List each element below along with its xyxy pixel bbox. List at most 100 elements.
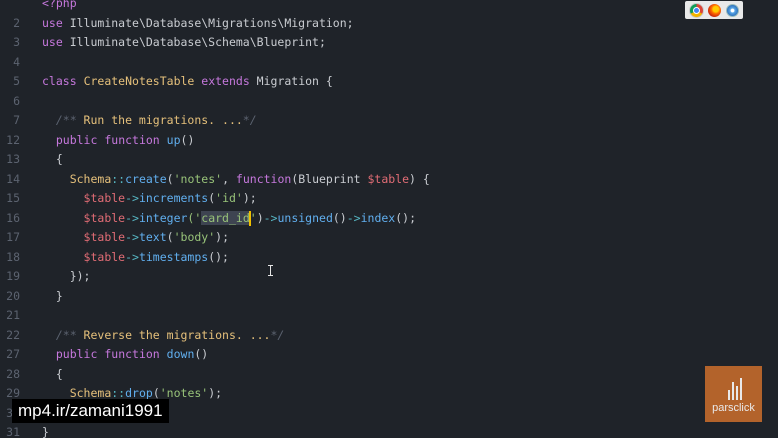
code-token: Schema bbox=[69, 171, 112, 186]
code-token: 'notes' bbox=[173, 171, 223, 186]
code-token: 'id' bbox=[215, 191, 243, 205]
line-number: 7 bbox=[13, 113, 20, 127]
code-line[interactable]: 21 bbox=[0, 306, 778, 326]
code-token: (' bbox=[187, 210, 202, 225]
code-token: ); bbox=[208, 386, 223, 400]
code-line[interactable]: 28 { bbox=[0, 365, 778, 385]
code-line[interactable]: 22 /** Reverse the migrations. ...*/ bbox=[0, 326, 778, 346]
code-token: } bbox=[42, 425, 49, 438]
text-cursor-icon bbox=[268, 265, 273, 276]
line-code: $table->increments('id'); bbox=[42, 189, 257, 209]
code-token: $table bbox=[83, 230, 126, 244]
code-token: 'notes' bbox=[159, 386, 209, 400]
code-token: $table bbox=[367, 171, 410, 186]
code-token: ); bbox=[215, 230, 229, 244]
code-token: use bbox=[42, 15, 63, 30]
code-token: Illuminate\Database\Migrations\Migration… bbox=[62, 15, 354, 30]
code-line[interactable]: 16 $table->integer('card_id')->unsigned(… bbox=[0, 209, 778, 229]
code-line[interactable]: 7 /** Run the migrations. ...*/ bbox=[0, 111, 778, 131]
line-number: 27 bbox=[6, 347, 20, 361]
code-token: Illuminate\Database\Schema\Blueprint; bbox=[62, 35, 326, 49]
code-token: -> bbox=[125, 249, 139, 264]
code-token: Run the migrations. ... bbox=[83, 113, 243, 127]
code-line[interactable]: 4 bbox=[0, 53, 778, 73]
code-token: }); bbox=[42, 269, 91, 283]
line-code: use Illuminate\Database\Migrations\Migra… bbox=[42, 14, 354, 34]
code-token: $table bbox=[83, 191, 126, 205]
code-token: integer bbox=[138, 210, 188, 225]
code-editor[interactable]: <?php 2 use Illuminate\Database\Migrations… bbox=[0, 0, 778, 438]
line-number: 31 bbox=[6, 425, 20, 438]
line-code: } bbox=[42, 287, 63, 307]
code-token: { bbox=[42, 152, 63, 166]
line-number: 28 bbox=[6, 366, 20, 381]
code-line[interactable]: 19 }); bbox=[0, 267, 778, 287]
code-line[interactable]: 12 public function up() bbox=[0, 131, 778, 151]
code-line[interactable]: <?php bbox=[0, 0, 778, 14]
code-token: -> bbox=[263, 210, 278, 225]
code-token: CreateNotesTable bbox=[83, 74, 195, 88]
code-token: text bbox=[138, 230, 167, 244]
code-token: -> bbox=[125, 230, 139, 244]
code-token: -> bbox=[346, 210, 361, 225]
line-number: 16 bbox=[6, 210, 20, 225]
line-number: 22 bbox=[6, 327, 20, 342]
code-line[interactable]: 15 $table->increments('id'); bbox=[0, 189, 778, 209]
line-code: <?php bbox=[42, 0, 77, 14]
safari-icon[interactable] bbox=[725, 3, 739, 17]
chrome-icon[interactable] bbox=[689, 2, 705, 18]
code-token: -> bbox=[125, 191, 139, 205]
code-line[interactable]: 18 $table->timestamps(); bbox=[0, 248, 778, 268]
code-line[interactable]: 2 use Illuminate\Database\Migrations\Migr… bbox=[0, 14, 778, 34]
code-token: ( bbox=[166, 230, 174, 244]
code-line[interactable]: 31} bbox=[0, 423, 778, 438]
line-number: 18 bbox=[6, 249, 20, 264]
code-token: ( bbox=[166, 171, 174, 186]
logo-text: parsclick bbox=[712, 402, 755, 414]
line-number: 19 bbox=[6, 269, 20, 283]
code-line[interactable]: 3 use Illuminate\Database\Schema\Blueprin… bbox=[0, 33, 778, 53]
code-token: ) bbox=[256, 210, 264, 225]
code-token: ); bbox=[242, 191, 257, 205]
code-token: (Blueprint bbox=[291, 171, 368, 186]
code-token: public bbox=[55, 347, 98, 361]
code-token: (); bbox=[208, 249, 229, 264]
code-token: class bbox=[42, 74, 77, 88]
parsclick-logo: parsclick bbox=[705, 366, 762, 422]
code-token: :: bbox=[111, 171, 126, 186]
line-number: 3 bbox=[13, 35, 20, 49]
logo-bars-icon bbox=[728, 378, 742, 400]
code-token: card_id bbox=[201, 210, 250, 225]
code-token: -> bbox=[125, 210, 139, 225]
line-code: { bbox=[42, 365, 63, 385]
code-line[interactable]: 5 class CreateNotesTable extends Migratio… bbox=[0, 72, 778, 92]
code-line[interactable]: 6 bbox=[0, 92, 778, 112]
line-number: 4 bbox=[13, 54, 20, 69]
code-token: ' bbox=[249, 210, 257, 225]
code-token: Schema bbox=[69, 386, 112, 400]
firefox-icon[interactable] bbox=[708, 3, 722, 17]
line-code: $table->integer('card_id')->unsigned()->… bbox=[42, 209, 416, 229]
code-line[interactable]: 17 $table->text('body'); bbox=[0, 228, 778, 248]
code-token: Migration { bbox=[249, 74, 333, 88]
code-token: */ bbox=[242, 113, 257, 127]
line-code: use Illuminate\Database\Schema\Blueprint… bbox=[42, 33, 326, 53]
line-code: class CreateNotesTable extends Migration… bbox=[42, 72, 333, 92]
code-line[interactable]: 20 } bbox=[0, 287, 778, 307]
code-token: */ bbox=[270, 327, 285, 342]
code-token: create bbox=[125, 171, 167, 186]
code-line[interactable]: 13 { bbox=[0, 150, 778, 170]
code-token: Reverse the migrations. ... bbox=[83, 327, 271, 342]
code-line[interactable]: 14 Schema::create('notes', function(Blue… bbox=[0, 170, 778, 190]
code-line[interactable]: 27 public function down() bbox=[0, 345, 778, 365]
code-token: extends bbox=[201, 74, 250, 88]
line-number: 15 bbox=[6, 191, 20, 205]
code-token: down bbox=[166, 347, 195, 361]
line-code: public function down() bbox=[42, 345, 208, 365]
